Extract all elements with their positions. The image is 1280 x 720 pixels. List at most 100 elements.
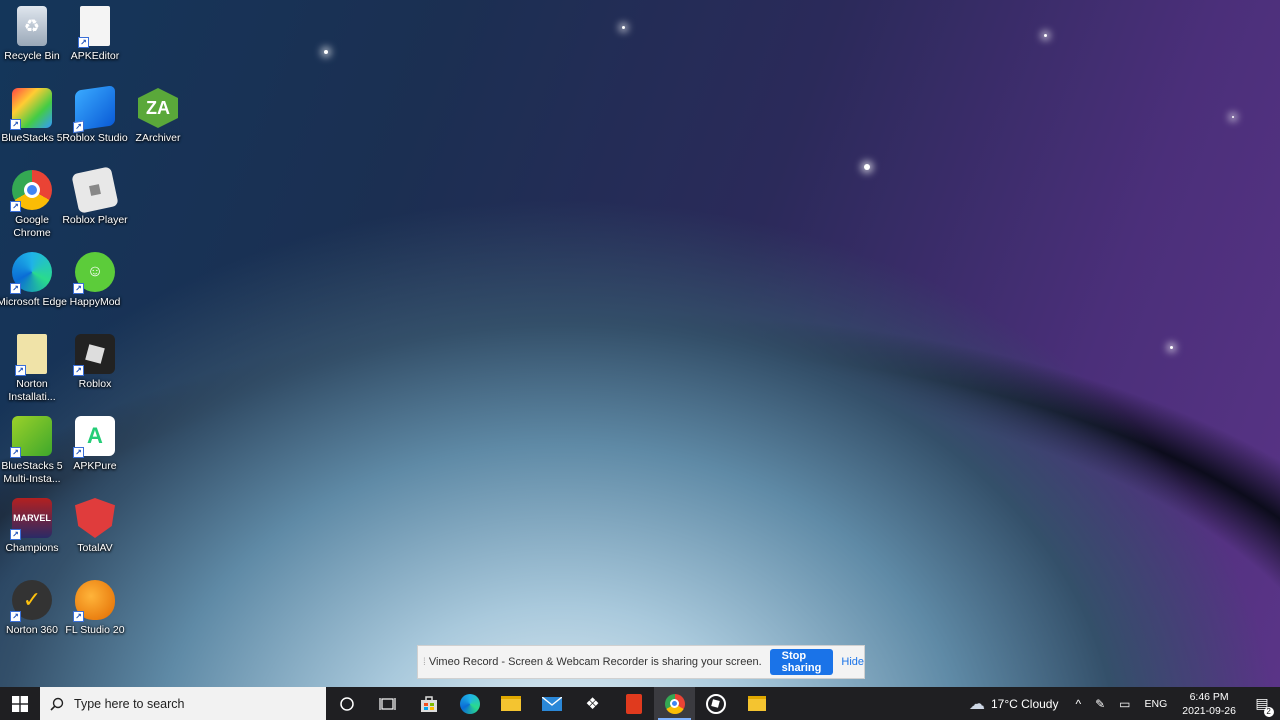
desktop-icon-roblox[interactable]: ↗ Roblox <box>63 334 127 414</box>
network-tray-button[interactable]: ▭ <box>1112 687 1137 720</box>
file-icon: ↗ <box>78 6 110 48</box>
search-placeholder: Type here to search <box>74 696 185 711</box>
mail-icon <box>541 696 562 711</box>
show-hidden-icons-button[interactable]: ^ <box>1068 687 1088 720</box>
clock[interactable]: 6:46 PM 2021-09-26 <box>1174 690 1244 718</box>
icon-label: APKEditor <box>70 50 120 62</box>
apkpure-icon: A ↗ <box>73 416 115 458</box>
desktop-icon-norton-360[interactable]: ✓ ↗ Norton 360 <box>0 580 64 660</box>
desktop-icon-bluestacks[interactable]: ↗ BlueStacks 5 <box>0 88 64 168</box>
file-explorer-icon <box>500 696 521 711</box>
dropbox-icon: ❖ <box>585 695 600 713</box>
norton-icon: ✓ ↗ <box>10 580 52 622</box>
drag-handle-icon[interactable]: ⁞ <box>422 657 427 668</box>
chrome-icon <box>664 693 685 714</box>
icon-label: Recycle Bin <box>4 50 60 62</box>
star <box>1232 116 1234 118</box>
search-icon <box>40 697 74 711</box>
folder-icon <box>747 696 766 711</box>
notification-count: 2 <box>1263 707 1274 717</box>
language-indicator[interactable]: ENG <box>1138 687 1175 720</box>
icon-label: Roblox Player <box>62 214 128 226</box>
clock-date: 2021-09-26 <box>1182 704 1236 717</box>
fl-studio-icon: ↗ <box>73 580 115 622</box>
start-button[interactable] <box>0 687 40 720</box>
weather-text: 17°C Cloudy <box>990 696 1059 711</box>
office-icon <box>625 693 642 714</box>
taskbar: Type here to search ❖ ☁ 17°C Cloudy ^ ✎ … <box>0 687 1280 720</box>
icon-label: Champions <box>5 542 59 554</box>
desktop-icon-google-chrome[interactable]: ↗ Google Chrome <box>0 170 64 250</box>
icon-label: BlueStacks 5 <box>1 132 63 144</box>
champions-icon: MARVEL ↗ <box>10 498 52 540</box>
task-view-button[interactable] <box>367 687 408 720</box>
icon-label: HappyMod <box>69 296 121 308</box>
pen-tray-button[interactable]: ✎ <box>1088 687 1112 720</box>
clock-time: 6:46 PM <box>1189 690 1229 703</box>
office-button[interactable] <box>613 687 654 720</box>
star <box>324 50 328 54</box>
system-tray: ☁ 17°C Cloudy ^ ✎ ▭ ENG 6:46 PM 2021-09-… <box>969 687 1280 720</box>
hide-button[interactable]: Hide <box>841 656 864 668</box>
icon-label: Roblox <box>78 378 112 390</box>
mail-button[interactable] <box>531 687 572 720</box>
cortana-icon <box>339 696 354 711</box>
bluestacks-multi-icon: ↗ <box>10 416 52 458</box>
desktop-icon-microsoft-edge[interactable]: ↗ Microsoft Edge <box>0 252 67 332</box>
desktop-icon-fl-studio[interactable]: ↗ FL Studio 20 <box>63 580 127 660</box>
edge-button[interactable] <box>449 687 490 720</box>
edge-icon: ↗ <box>10 252 52 294</box>
screen-sharing-bar: ⁞ Vimeo Record - Screen & Webcam Recorde… <box>417 645 865 679</box>
search-input[interactable]: Type here to search <box>40 687 326 720</box>
network-icon: ▭ <box>1119 696 1131 711</box>
icon-label: TotalAV <box>77 542 113 554</box>
dropbox-button[interactable]: ❖ <box>572 687 613 720</box>
desktop-icon-norton-installer[interactable]: ↗ Norton Installati... <box>0 334 64 414</box>
edge-icon <box>459 693 480 714</box>
desktop-icon-champions[interactable]: MARVEL ↗ Champions <box>0 498 64 578</box>
desktop-icon-apkpure[interactable]: A ↗ APKPure <box>63 416 127 496</box>
chrome-icon: ↗ <box>10 170 52 212</box>
store-button[interactable] <box>408 687 449 720</box>
desktop-icon-totalav[interactable]: TotalAV <box>63 498 127 578</box>
installer-icon: ↗ <box>15 334 47 376</box>
cloud-icon: ☁ <box>968 695 985 713</box>
desktop-icon-roblox-studio[interactable]: ↗ Roblox Studio <box>62 85 128 168</box>
sharing-message: Vimeo Record - Screen & Webcam Recorder … <box>428 656 762 668</box>
roblox-button[interactable] <box>695 687 736 720</box>
desktop-icon-bluestacks-multi[interactable]: ↗ BlueStacks 5 Multi-Insta... <box>0 416 64 496</box>
store-icon <box>420 695 437 712</box>
desktop-icon-roblox-player[interactable]: Roblox Player <box>62 166 128 250</box>
chrome-button[interactable] <box>654 687 695 720</box>
icon-label: BlueStacks 5 Multi-Insta... <box>1 460 63 485</box>
star <box>622 26 625 29</box>
happymod-icon: ☺ ↗ <box>73 252 115 294</box>
weather-widget[interactable]: ☁ 17°C Cloudy <box>969 694 1059 714</box>
bluestacks-icon: ↗ <box>10 88 52 130</box>
cortana-button[interactable] <box>326 687 367 720</box>
icon-label: Microsoft Edge <box>0 296 68 308</box>
roblox-icon: ↗ <box>73 334 115 376</box>
icon-label: APKPure <box>73 460 117 472</box>
action-center-button[interactable]: ▤ 2 <box>1244 695 1280 717</box>
shield-icon <box>75 498 115 538</box>
icon-label: Google Chrome <box>13 214 51 239</box>
icon-label: Norton Installati... <box>8 378 56 403</box>
desktop-icon-recycle-bin[interactable]: ♻ Recycle Bin <box>0 6 64 86</box>
stop-sharing-button[interactable]: Stop sharing <box>769 649 834 675</box>
desktop-icon-apkeditor[interactable]: ↗ APKEditor <box>63 6 127 86</box>
windows-icon <box>12 695 28 712</box>
zarchiver-icon: ZA <box>138 88 178 128</box>
star <box>864 164 870 170</box>
task-view-icon <box>378 697 396 710</box>
notification-icon: ▤ 2 <box>1255 695 1274 717</box>
roblox-player-icon <box>71 166 119 214</box>
file-explorer-button[interactable] <box>490 687 531 720</box>
folder-button[interactable] <box>736 687 777 720</box>
icon-label: FL Studio 20 <box>65 624 125 636</box>
star <box>1170 346 1173 349</box>
desktop-icon-zarchiver[interactable]: ZA ZArchiver <box>126 88 190 168</box>
icon-label: Roblox Studio <box>62 132 128 144</box>
chevron-up-icon: ^ <box>1075 696 1082 711</box>
desktop-icon-happymod[interactable]: ☺ ↗ HappyMod <box>63 252 127 332</box>
